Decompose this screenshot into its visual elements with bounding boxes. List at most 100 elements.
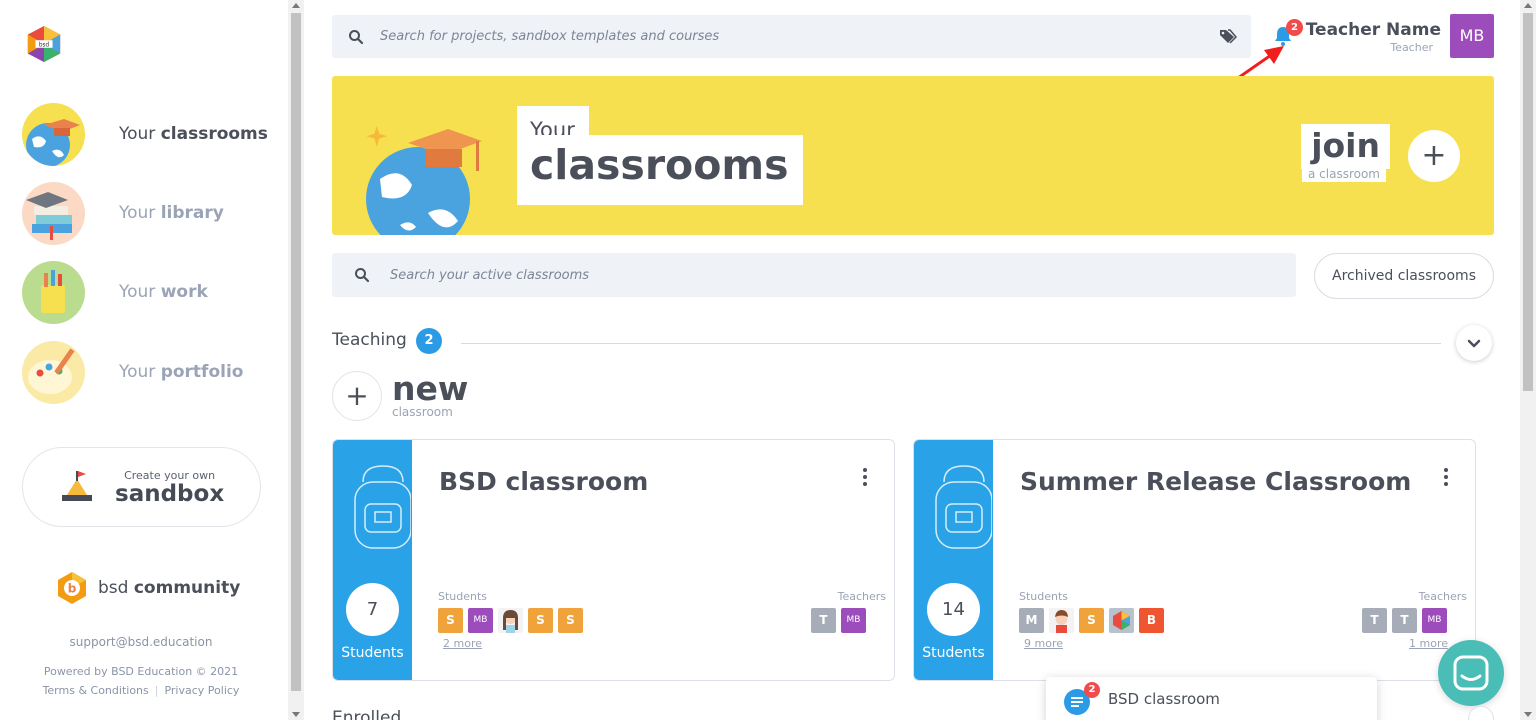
privacy-link[interactable]: Privacy Policy	[164, 684, 239, 697]
teachers-label: Teachers	[837, 590, 886, 603]
svg-text:b: b	[68, 582, 77, 596]
collapse-section-button[interactable]	[1456, 325, 1492, 361]
search-icon	[349, 29, 364, 44]
scroll-down-arrow-icon[interactable]	[292, 712, 300, 717]
portfolio-palette-icon	[22, 340, 85, 404]
teaching-count-badge: 2	[416, 328, 442, 354]
banner-title: classrooms	[517, 135, 803, 205]
notification-count-badge: 2	[1286, 19, 1303, 36]
teaching-section-title: Teaching	[332, 330, 407, 350]
classrooms-banner: Your classrooms join a classroom +	[332, 76, 1494, 235]
card-side-panel: 7 Students	[333, 440, 412, 680]
chat-count-badge: 2	[1084, 682, 1100, 698]
scroll-up-arrow-icon[interactable]	[1524, 3, 1532, 8]
community-logo-icon: b	[58, 572, 86, 604]
teacher-avatar[interactable]: T	[811, 608, 836, 633]
backpack-icon	[935, 465, 992, 549]
student-count: 7	[346, 583, 399, 636]
student-avatar[interactable]: S	[1079, 608, 1104, 633]
join-classroom-label[interactable]: join a classroom	[1301, 124, 1390, 186]
enrolled-section-title: Enrolled	[332, 708, 402, 720]
student-count: 14	[927, 583, 980, 636]
backpack-icon	[354, 465, 411, 549]
scroll-to-top-button[interactable]	[1468, 706, 1494, 720]
sandbox-caption: Create your own	[124, 468, 216, 482]
sandbox-castle-icon	[62, 471, 92, 501]
bsd-logo-icon[interactable]: bsd	[25, 25, 63, 63]
classroom-card[interactable]: 14 Students Summer Release Classroom Stu…	[913, 439, 1476, 681]
classroom-title[interactable]: Summer Release Classroom	[1020, 467, 1411, 496]
student-avatar[interactable]: S	[438, 608, 463, 633]
sidebar-item-work[interactable]: Your work	[22, 260, 272, 324]
sidebar-scrollbar[interactable]	[288, 0, 304, 720]
students-more-link[interactable]: 9 more	[1024, 637, 1063, 650]
new-classroom-button[interactable]: +	[332, 371, 382, 421]
user-name[interactable]: Teacher Name	[1304, 20, 1441, 40]
students-more-link[interactable]: 2 more	[443, 637, 482, 650]
sidebar-scroll-thumb[interactable]	[291, 13, 301, 691]
sidebar-item-label: work	[160, 282, 208, 302]
main-content: 2 Teacher Name Teacher MB Your classroom…	[304, 0, 1520, 720]
sidebar-item-library[interactable]: Your library	[22, 181, 272, 245]
powered-by-text: Powered by BSD Education © 2021	[43, 665, 239, 678]
classroom-card[interactable]: 7 Students BSD classroom Students Teache…	[332, 439, 895, 681]
sidebar-item-label: classrooms	[160, 124, 268, 144]
teacher-avatar[interactable]: MB	[841, 608, 866, 633]
student-avatars: M S B	[1019, 608, 1164, 633]
boy-avatar-icon[interactable]	[1049, 608, 1074, 633]
join-classroom-button[interactable]: +	[1408, 130, 1460, 182]
new-classroom-title[interactable]: new	[392, 369, 468, 408]
scroll-up-arrow-icon[interactable]	[292, 3, 300, 8]
sidebar-item-label: library	[160, 203, 224, 223]
classroom-search-bar[interactable]	[332, 253, 1296, 297]
girl-avatar-icon[interactable]	[498, 608, 523, 633]
global-search-input[interactable]	[380, 29, 1200, 44]
library-books-icon	[22, 181, 85, 245]
archived-classrooms-button[interactable]: Archived classrooms	[1314, 253, 1494, 299]
join-title: join	[1301, 124, 1390, 169]
classroom-chat-popup[interactable]: 2 BSD classroom	[1046, 677, 1377, 720]
teacher-avatar[interactable]: MB	[1422, 608, 1447, 633]
support-chat-button[interactable]	[1438, 640, 1504, 706]
student-avatars: S MB S S	[438, 608, 583, 633]
teacher-avatars: T MB	[811, 608, 866, 633]
sandbox-title: sandbox	[115, 480, 225, 507]
classroom-title[interactable]: BSD classroom	[439, 467, 648, 496]
students-label: Students	[438, 590, 488, 603]
graduation-globe-icon	[366, 125, 482, 235]
terms-link[interactable]: Terms & Conditions	[43, 684, 149, 697]
chat-classroom-name: BSD classroom	[1108, 690, 1220, 708]
student-avatar[interactable]: MB	[468, 608, 493, 633]
scroll-down-arrow-icon[interactable]	[1524, 712, 1532, 717]
global-search-bar[interactable]	[332, 15, 1251, 58]
bsd-community-link[interactable]: b bsd community	[55, 571, 240, 605]
student-count-label: Students	[341, 645, 404, 661]
legal-separator: |	[154, 684, 159, 697]
teacher-avatar[interactable]: T	[1392, 608, 1417, 633]
student-avatar[interactable]: S	[558, 608, 583, 633]
search-icon	[355, 268, 370, 283]
bsd-logo-avatar-icon[interactable]	[1109, 608, 1134, 633]
create-sandbox-button[interactable]: Create your own sandbox	[22, 447, 261, 527]
page-scrollbar[interactable]	[1520, 0, 1536, 720]
classrooms-globe-icon	[22, 102, 85, 166]
student-avatar[interactable]: B	[1139, 608, 1164, 633]
student-count-label: Students	[922, 645, 985, 661]
card-menu-icon[interactable]	[860, 468, 870, 490]
sidebar-item-classrooms[interactable]: Your classrooms	[22, 102, 272, 166]
avatar[interactable]: MB	[1450, 14, 1494, 58]
teacher-avatars: T T MB	[1362, 608, 1447, 633]
legal-links: Terms & Conditions | Privacy Policy	[0, 684, 282, 697]
svg-text:bsd: bsd	[39, 42, 50, 48]
new-classroom-caption: classroom	[392, 405, 453, 419]
support-email-link[interactable]: support@bsd.education	[0, 635, 282, 649]
sidebar-item-portfolio[interactable]: Your portfolio	[22, 340, 272, 404]
student-avatar[interactable]: S	[528, 608, 553, 633]
classroom-search-input[interactable]	[390, 267, 1270, 283]
teacher-avatar[interactable]: T	[1362, 608, 1387, 633]
page-scroll-thumb[interactable]	[1523, 13, 1533, 391]
card-menu-icon[interactable]	[1441, 468, 1451, 490]
chat-smile-icon	[1453, 655, 1489, 691]
student-avatar[interactable]: M	[1019, 608, 1044, 633]
chevron-down-icon	[1467, 339, 1481, 348]
